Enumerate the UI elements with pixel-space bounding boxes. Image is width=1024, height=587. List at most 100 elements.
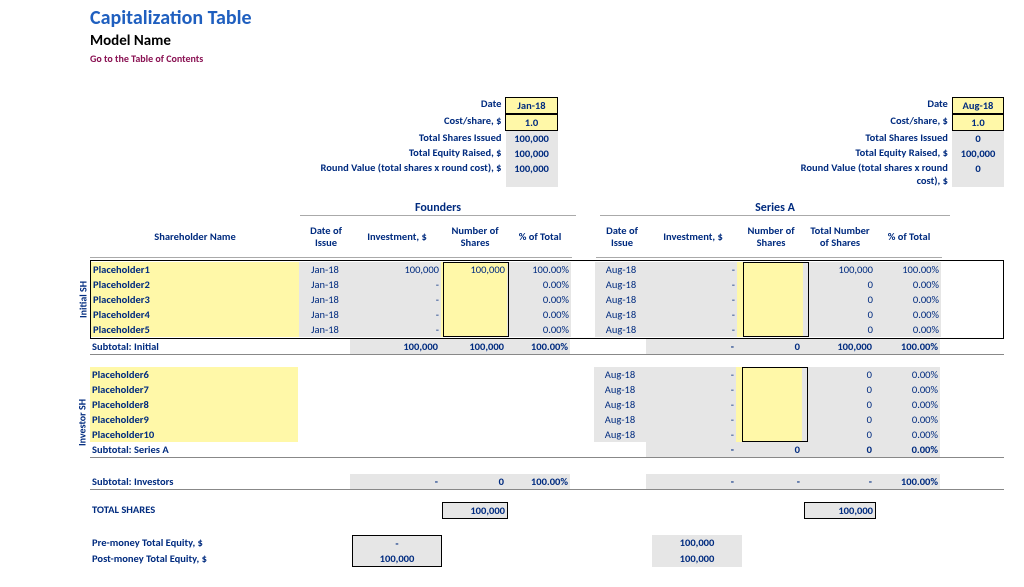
shareholder-name-input[interactable]: Placeholder3 (91, 292, 299, 307)
pct-cell: 0.00% (507, 292, 571, 307)
num-shares-input[interactable] (736, 367, 802, 382)
subtotal-label: Subtotal: Series A (90, 442, 298, 457)
num-shares-input[interactable] (441, 307, 507, 322)
investment-cell: - (647, 277, 737, 292)
num-shares-input[interactable] (737, 262, 803, 277)
investor-rows-wrap: Placeholder6Aug-18-00.00%Placeholder7Aug… (90, 367, 1004, 442)
table-row: Placeholder10Aug-18-00.00% (90, 427, 1004, 442)
date-issue-cell: Aug-18 (595, 292, 647, 307)
total-shares-seriesa: 100,000 (804, 502, 876, 519)
col-total-num-shares: Total Number of Shares (804, 216, 876, 258)
num-shares-input[interactable] (441, 292, 507, 307)
pre-money-seriesa: 100,000 (652, 535, 742, 551)
seriesa-round-value: 0 (952, 161, 1004, 187)
label-date-2: Date (800, 97, 952, 114)
investment-cell: - (646, 427, 736, 442)
date-issue-cell: Aug-18 (594, 367, 646, 382)
date-issue-cell: Aug-18 (595, 277, 647, 292)
date-issue-cell: Jan-18 (299, 277, 351, 292)
toc-link[interactable]: Go to the Table of Contents (90, 52, 1004, 65)
investment-cell: - (351, 277, 441, 292)
date-issue-cell: Jan-18 (299, 262, 351, 277)
initial-sh-label: Initial SH (77, 261, 89, 338)
investment-cell: - (646, 397, 736, 412)
num-shares-input[interactable]: 100,000 (441, 262, 507, 277)
label-cost-2: Cost/share, $ (800, 114, 952, 131)
shareholder-name-input[interactable]: Placeholder5 (91, 322, 299, 337)
shareholder-name-input[interactable]: Placeholder6 (90, 367, 298, 382)
label-total-equity-2: Total Equity Raised, $ (800, 146, 952, 161)
total-num-shares-cell: 100,000 (803, 262, 875, 277)
post-money-founders: 100,000 (352, 551, 442, 567)
table-row: Placeholder3Jan-18-0.00%Aug-18-00.00% (91, 292, 1003, 307)
num-shares-input[interactable] (737, 292, 803, 307)
founders-date-input[interactable]: Jan-18 (505, 97, 557, 114)
num-shares-input[interactable] (737, 322, 803, 337)
date-issue-cell: Aug-18 (595, 307, 647, 322)
label-round-value-2: Round Value (total shares x round cost),… (800, 161, 952, 187)
seriesa-total-equity: 100,000 (952, 146, 1004, 161)
num-shares-input[interactable] (441, 277, 507, 292)
shareholder-name-input[interactable]: Placeholder8 (90, 397, 298, 412)
total-num-shares-cell: 0 (803, 277, 875, 292)
col-date-issue-2: Date of Issue (596, 216, 648, 258)
investment-cell: 100,000 (351, 262, 441, 277)
investment-cell: - (647, 262, 737, 277)
shareholder-name-input[interactable]: Placeholder1 (91, 262, 299, 277)
seriesa-header: Series A (600, 201, 950, 216)
num-shares-input[interactable] (736, 427, 802, 442)
investment-cell: - (646, 412, 736, 427)
col-pct-total-2: % of Total (876, 216, 942, 258)
post-money-label: Post-money Total Equity, $ (90, 551, 300, 567)
founders-total-shares: 100,000 (506, 131, 558, 146)
num-shares-input[interactable] (737, 307, 803, 322)
founders-header: Founders (300, 201, 576, 216)
col-pct-total: % of Total (508, 216, 572, 258)
pct-cell: 0.00% (507, 277, 571, 292)
shareholder-name-input[interactable]: Placeholder4 (91, 307, 299, 322)
model-name: Model Name (90, 32, 1004, 50)
col-shareholder: Shareholder Name (90, 216, 300, 258)
seriesa-cost-input[interactable]: 1.0 (952, 114, 1004, 131)
shareholder-name-input[interactable]: Placeholder9 (90, 412, 298, 427)
shareholder-name-input[interactable]: Placeholder2 (91, 277, 299, 292)
total-shares-label: TOTAL SHARES (90, 502, 300, 519)
total-num-shares-cell: 0 (802, 397, 874, 412)
date-issue-cell: Aug-18 (594, 412, 646, 427)
initial-sh-section: Initial SH Placeholder1Jan-18100,000100,… (90, 260, 1004, 339)
subtotal-investors: Subtotal: Investors-0100.00%---100.00% (90, 474, 1004, 490)
investment-cell: - (646, 367, 736, 382)
seriesa-date-input[interactable]: Aug-18 (952, 97, 1004, 114)
label-total-equity: Total Equity Raised, $ (292, 146, 506, 161)
num-shares-input[interactable] (737, 277, 803, 292)
post-money-seriesa: 100,000 (652, 551, 742, 567)
seriesa-total-shares: 0 (952, 131, 1004, 146)
table-row: Placeholder2Jan-18-0.00%Aug-18-00.00% (91, 277, 1003, 292)
pct-cell: 0.00% (507, 307, 571, 322)
pre-money-founders: - (352, 535, 442, 551)
pre-money-label: Pre-money Total Equity, $ (90, 535, 300, 551)
num-shares-input[interactable] (736, 412, 802, 427)
date-issue-cell: Aug-18 (595, 322, 647, 337)
pct-cell: 0.00% (875, 292, 941, 307)
pct-cell: 0.00% (874, 397, 940, 412)
col-num-shares-2: Number of Shares (738, 216, 804, 258)
pct-cell: 0.00% (875, 307, 941, 322)
num-shares-input[interactable] (736, 382, 802, 397)
col-investment-2: Investment, $ (648, 216, 738, 258)
total-num-shares-cell: 0 (802, 427, 874, 442)
label-cost: Cost/share, $ (292, 114, 506, 131)
pct-cell: 0.00% (875, 322, 941, 337)
founders-cost-input[interactable]: 1.0 (505, 114, 557, 131)
num-shares-input[interactable] (441, 322, 507, 337)
shareholder-name-input[interactable]: Placeholder7 (90, 382, 298, 397)
shareholder-name-input[interactable]: Placeholder10 (90, 427, 298, 442)
investment-cell: - (351, 292, 441, 307)
total-num-shares-cell: 0 (802, 412, 874, 427)
col-num-shares: Number of Shares (442, 216, 508, 258)
pct-cell: 100.00% (507, 262, 571, 277)
num-shares-input[interactable] (736, 397, 802, 412)
col-date-issue: Date of Issue (300, 216, 352, 258)
investment-cell: - (647, 322, 737, 337)
subtotal-label: Subtotal: Investors (90, 474, 298, 489)
